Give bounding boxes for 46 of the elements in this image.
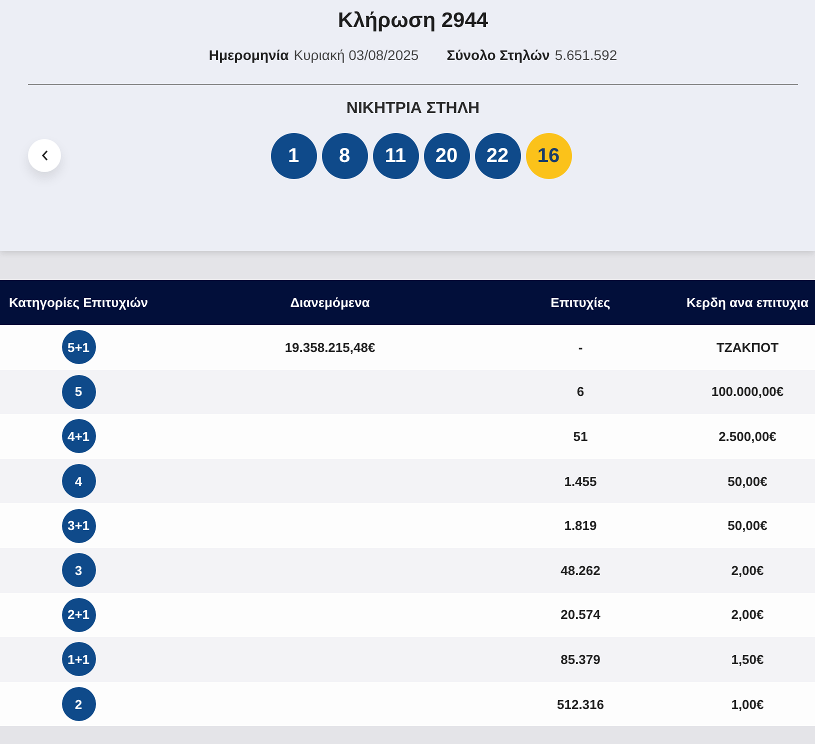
table-cell: 85.379: [560, 652, 600, 667]
column-header: Διανεμόμενα: [290, 295, 370, 310]
category-badge: 1+1: [62, 642, 96, 676]
bonus-ball: 16: [526, 133, 572, 179]
number-ball: 8: [322, 133, 368, 179]
table-cell: 2.500,00€: [718, 428, 776, 444]
meta-label: Σύνολο Στηλών: [446, 47, 550, 63]
category-badge: 5+1: [62, 330, 96, 364]
number-ball: 11: [372, 133, 418, 179]
table-cell: 1.819: [564, 518, 597, 534]
table-cell: 1,50€: [731, 652, 764, 667]
table-cell: 2,00€: [731, 562, 764, 578]
table-cell: ΤΖΑΚΠΟΤ: [716, 340, 779, 355]
table-cell: 19.358.215,48€: [284, 340, 376, 355]
category-badge: 3: [62, 553, 96, 588]
table-cell: 20.574: [560, 607, 600, 622]
table-cell: -: [578, 340, 583, 355]
chevron-left-icon: [40, 150, 48, 161]
table-cell: 50,00€: [728, 474, 768, 489]
table-cell: 51: [573, 428, 588, 444]
previous-button[interactable]: [28, 139, 61, 172]
draw-title: Κλήρωση 2944: [338, 9, 488, 33]
category-badge: 2: [62, 687, 96, 722]
category-badge: 4: [62, 464, 96, 498]
category-badge: 5: [62, 374, 96, 409]
meta-value: Κυριακή 03/08/2025: [294, 47, 419, 63]
number-ball: 22: [474, 133, 520, 179]
table-cell: 50,00€: [728, 518, 768, 534]
table-cell: 1,00€: [731, 696, 764, 712]
table-cell: 6: [576, 384, 584, 400]
meta-value: 5.651.592: [554, 47, 618, 63]
number-ball: 1: [270, 133, 316, 179]
category-badge: 3+1: [62, 508, 96, 543]
table-cell: 100.000,00€: [711, 384, 784, 400]
column-header: Επιτυχίες: [550, 295, 610, 310]
table-cell: 1.455: [564, 474, 597, 489]
column-header: Κερδη ανα επιτυχια: [686, 295, 809, 310]
table-cell: 2,00€: [731, 607, 764, 622]
winning-label: ΝΙΚΗΤΡΙΑ ΣΤΗΛΗ: [346, 100, 480, 118]
table-cell: 48.262: [560, 562, 600, 578]
column-header: Κατηγορίες Επιτυχιών: [8, 295, 148, 310]
category-badge: 2+1: [62, 598, 96, 632]
number-ball: 20: [424, 133, 470, 179]
meta-label: Ημερομηνία: [208, 47, 289, 63]
table-cell: 512.316: [557, 696, 604, 712]
category-badge: 4+1: [62, 419, 96, 454]
